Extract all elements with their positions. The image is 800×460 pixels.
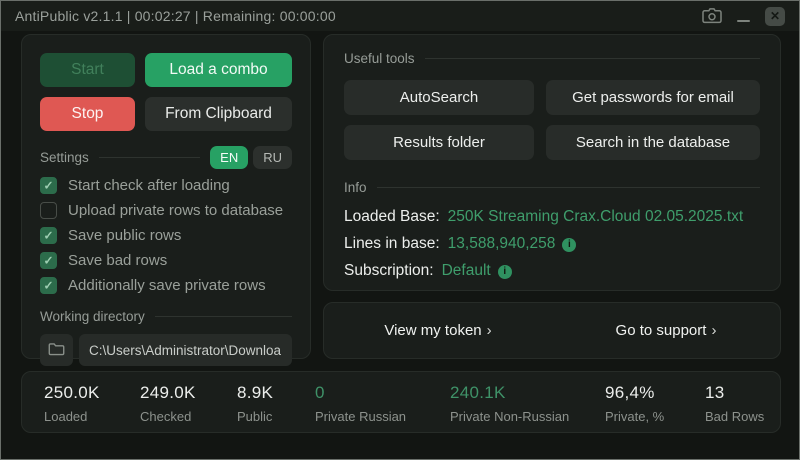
stat-label: Bad Rows — [705, 409, 764, 424]
lang-ru-button[interactable]: RU — [253, 146, 292, 169]
stat-value: 8.9K — [237, 383, 315, 403]
checkbox[interactable] — [40, 177, 57, 194]
lang-en-button[interactable]: EN — [210, 146, 248, 169]
browse-folder-button[interactable] — [40, 334, 73, 366]
stat-item: 250.0K Loaded — [44, 383, 140, 432]
stat-item: 96,4% Private, % — [605, 383, 705, 432]
start-button[interactable]: Start — [40, 53, 135, 87]
folder-icon — [48, 342, 65, 359]
stat-label: Public — [237, 409, 315, 424]
stat-value: 13 — [705, 383, 764, 403]
working-directory-input[interactable] — [79, 334, 292, 366]
info-row-value: 13,588,940,258 — [448, 235, 556, 252]
stat-label: Private, % — [605, 409, 705, 424]
useful-tools-header: Useful tools — [344, 51, 760, 66]
tool-button[interactable]: Results folder — [344, 125, 534, 160]
divider-line — [99, 157, 200, 158]
info-icon[interactable] — [498, 265, 512, 279]
tools-info-panel: Useful tools AutoSearch Get passwords fo… — [323, 34, 781, 291]
settings-header: Settings EN RU — [40, 146, 292, 169]
minimize-icon[interactable] — [737, 20, 750, 22]
info-row: Lines in base: 13,588,940,258 — [344, 230, 760, 257]
stat-item: 13 Bad Rows — [705, 383, 764, 432]
checkbox-label: Save public rows — [68, 227, 181, 244]
checkbox[interactable] — [40, 277, 57, 294]
settings-checkbox-row[interactable]: Upload private rows to database — [40, 202, 292, 219]
control-panel: Start Load a combo Stop From Clipboard S… — [21, 34, 311, 359]
info-rows: Loaded Base: 250K Streaming Crax.Cloud 02… — [344, 203, 760, 284]
settings-checkbox-row[interactable]: Additionally save private rows — [40, 277, 292, 294]
stop-button[interactable]: Stop — [40, 97, 135, 131]
checkbox-label: Upload private rows to database — [68, 202, 283, 219]
divider-line — [155, 316, 292, 317]
from-clipboard-button[interactable]: From Clipboard — [145, 97, 292, 131]
settings-checkbox-row[interactable]: Start check after loading — [40, 177, 292, 194]
chevron-right-icon: › — [487, 322, 492, 339]
chevron-right-icon: › — [711, 322, 716, 339]
window-title: AntiPublic v2.1.1 | 00:02:27 | Remaining… — [15, 8, 336, 24]
stat-item: 240.1K Private Non-Russian — [450, 383, 605, 432]
stat-item: 0 Private Russian — [315, 383, 450, 432]
language-toggle: EN RU — [210, 146, 292, 169]
stat-label: Loaded — [44, 409, 140, 424]
info-label: Info — [344, 180, 367, 195]
links-panel: View my token› Go to support› — [323, 302, 781, 359]
info-row-label: Loaded Base: — [344, 208, 440, 225]
stat-value: 0 — [315, 383, 450, 403]
tool-button[interactable]: AutoSearch — [344, 80, 534, 115]
info-row-value: Default — [442, 262, 491, 279]
info-row-label: Subscription: — [344, 262, 434, 279]
settings-checkbox-row[interactable]: Save bad rows — [40, 252, 292, 269]
useful-tools-label: Useful tools — [344, 51, 415, 66]
checkbox-label: Save bad rows — [68, 252, 167, 269]
close-icon[interactable]: ✕ — [765, 7, 785, 26]
title-bar: AntiPublic v2.1.1 | 00:02:27 | Remaining… — [1, 1, 799, 31]
stat-label: Private Russian — [315, 409, 450, 424]
checkbox[interactable] — [40, 252, 57, 269]
stat-value: 96,4% — [605, 383, 705, 403]
stat-item: 8.9K Public — [237, 383, 315, 432]
info-icon[interactable] — [562, 238, 576, 252]
app-window: AntiPublic v2.1.1 | 00:02:27 | Remaining… — [0, 0, 800, 460]
stat-value: 249.0K — [140, 383, 237, 403]
info-row-value: 250K Streaming Crax.Cloud 02.05.2025.txt — [448, 208, 744, 225]
tool-button[interactable]: Search in the database — [546, 125, 760, 160]
tool-buttons: AutoSearch Get passwords for email Resul… — [344, 80, 760, 160]
working-directory-header: Working directory — [40, 309, 292, 324]
working-directory-row — [40, 334, 292, 366]
load-combo-button[interactable]: Load a combo — [145, 53, 292, 87]
stat-label: Checked — [140, 409, 237, 424]
view-token-label: View my token — [384, 322, 481, 339]
stat-value: 240.1K — [450, 383, 605, 403]
settings-label: Settings — [40, 150, 89, 165]
checkbox[interactable] — [40, 202, 57, 219]
checkbox-label: Additionally save private rows — [68, 277, 266, 294]
checkbox-label: Start check after loading — [68, 177, 230, 194]
stat-value: 250.0K — [44, 383, 140, 403]
support-label: Go to support — [616, 322, 707, 339]
info-header: Info — [344, 180, 760, 195]
stats-bar: 250.0K Loaded 249.0K Checked 8.9K Public… — [21, 371, 781, 433]
divider-line — [377, 187, 760, 188]
action-buttons: Start Load a combo Stop From Clipboard — [40, 53, 292, 131]
working-directory-label: Working directory — [40, 309, 145, 324]
settings-checkbox-row[interactable]: Save public rows — [40, 227, 292, 244]
info-row: Loaded Base: 250K Streaming Crax.Cloud 02… — [344, 203, 760, 230]
stat-item: 249.0K Checked — [140, 383, 237, 432]
view-token-link[interactable]: View my token › — [324, 322, 552, 339]
info-row: Subscription: Default — [344, 257, 760, 284]
settings-checkbox-list: Start check after loading Upload private… — [40, 177, 292, 294]
screenshot-camera-icon[interactable] — [702, 8, 722, 24]
divider-line — [425, 58, 760, 59]
stat-label: Private Non-Russian — [450, 409, 605, 424]
titlebar-controls: ✕ — [702, 7, 785, 26]
tool-button[interactable]: Get passwords for email — [546, 80, 760, 115]
support-link[interactable]: Go to support› — [552, 322, 780, 339]
checkbox[interactable] — [40, 227, 57, 244]
info-row-label: Lines in base: — [344, 235, 440, 252]
